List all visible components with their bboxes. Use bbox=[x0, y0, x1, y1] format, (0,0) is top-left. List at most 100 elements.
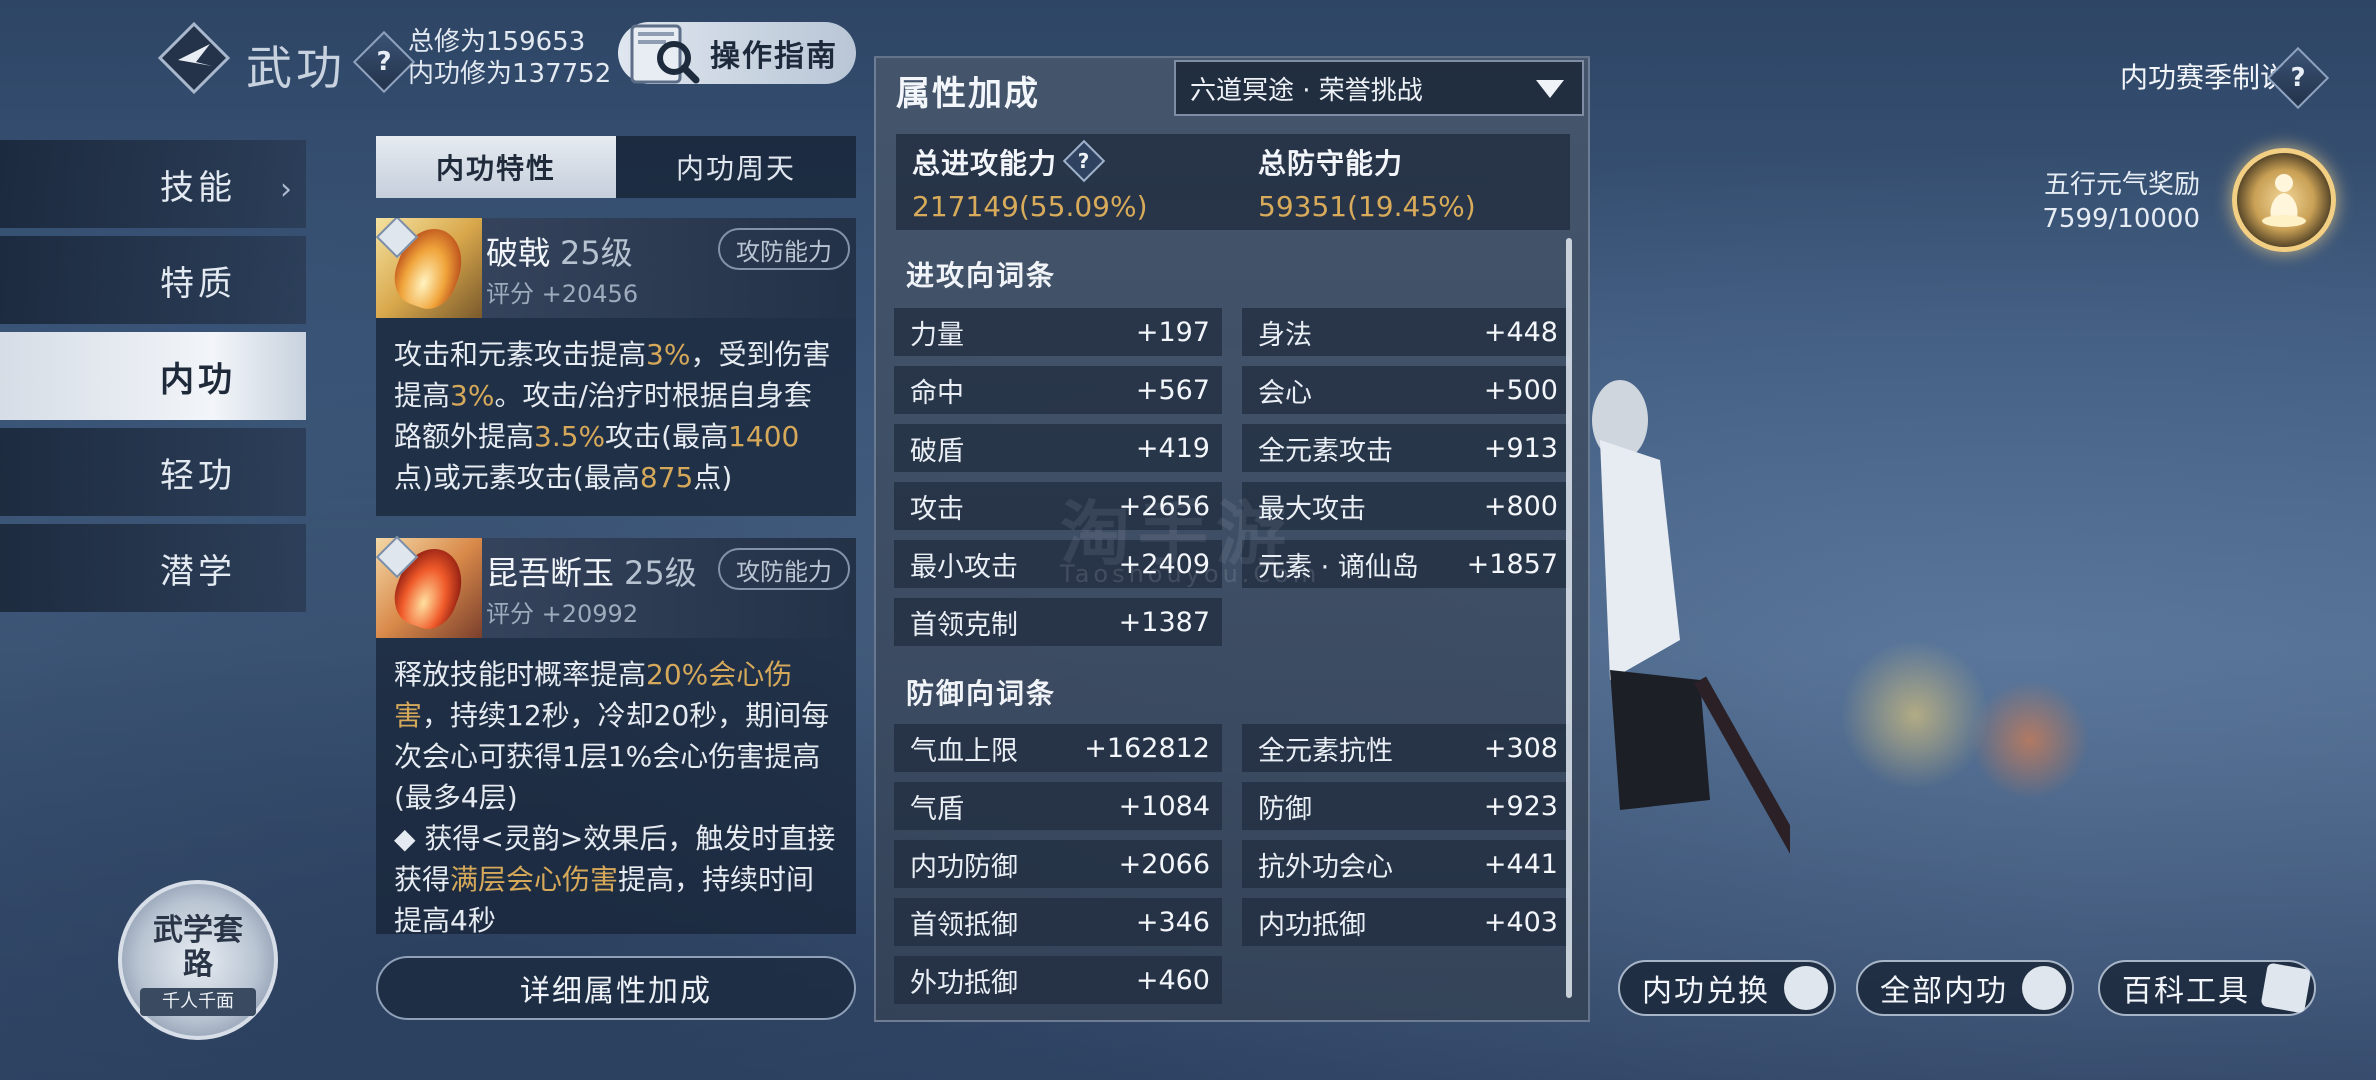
desc-highlight: 3.5% bbox=[534, 420, 606, 453]
martial-style-button[interactable]: 武学套路 千人千面 bbox=[118, 880, 278, 1040]
stat-value: +441 bbox=[1483, 848, 1558, 880]
meditation-figure-icon bbox=[2262, 174, 2306, 227]
stat-row: 气血上限 +162812 bbox=[894, 724, 1222, 772]
stat-value: +403 bbox=[1483, 906, 1558, 938]
total-attack-value: 217149(55.09%) bbox=[912, 190, 1148, 223]
stat-name: 首领克制 bbox=[910, 609, 1018, 641]
magnifier-book-icon bbox=[630, 24, 700, 84]
stat-value: +800 bbox=[1483, 490, 1558, 522]
stat-name: 气血上限 bbox=[910, 735, 1018, 767]
detail-attributes-button[interactable]: 详细属性加成 bbox=[376, 956, 856, 1020]
dropdown-triangle-icon bbox=[1536, 80, 1564, 98]
stat-name: 会心 bbox=[1258, 377, 1312, 409]
nav-item-qinggong[interactable]: 轻功 bbox=[0, 428, 306, 516]
nav-item-label: 特质 bbox=[160, 263, 236, 304]
scrollbar[interactable] bbox=[1566, 238, 1572, 998]
tab-neigong-cycle[interactable]: 内功周天 bbox=[616, 136, 856, 198]
desc-text: 攻击(最高 bbox=[605, 420, 729, 453]
nav-item-label: 内功 bbox=[160, 359, 236, 400]
total-cultivation: 总修为159653 bbox=[408, 27, 586, 57]
stat-row: 力量 +197 bbox=[894, 308, 1222, 356]
attack-section-title: 进攻向词条 bbox=[906, 259, 1057, 292]
exchange-icon bbox=[1784, 966, 1828, 1010]
cycle-icon bbox=[2022, 966, 2066, 1010]
nav-item-skills[interactable]: 技能 bbox=[0, 140, 306, 228]
question-diamond-icon[interactable]: ? bbox=[352, 30, 416, 94]
tab-label: 内功周天 bbox=[675, 152, 796, 185]
attr-panel-title: 属性加成 bbox=[896, 74, 1040, 114]
encyclopedia-tools-button[interactable]: 百科工具 bbox=[2098, 960, 2316, 1016]
skill-name-text: 昆吾断玉 bbox=[486, 554, 615, 592]
reward-progress: 7599/10000 bbox=[2042, 204, 2200, 234]
stat-value: +923 bbox=[1483, 790, 1558, 822]
skill-list[interactable]: 破戟 25级 评分 +20456 攻防能力 攻击和元素攻击提高3%，受到伤害提高3… bbox=[376, 218, 856, 934]
nav-item-label: 轻功 bbox=[160, 455, 236, 496]
wugong-logo-icon bbox=[158, 22, 230, 94]
desc-text: ，持续12秒，冷却20秒，期间每次会心可获得1层1%会心伤害提高(最多4层) bbox=[394, 699, 830, 814]
skill-description: 攻击和元素攻击提高3%，受到伤害提高3%。攻击/治疗时根据自身套路额外提高3.5… bbox=[376, 318, 856, 516]
stat-row: 内功防御 +2066 bbox=[894, 840, 1222, 888]
stat-name: 抗外功会心 bbox=[1258, 851, 1393, 883]
stat-value: +2066 bbox=[1118, 848, 1210, 880]
nav-item-label: 技能 bbox=[160, 167, 236, 208]
style-badge-title: 武学套路 bbox=[153, 913, 243, 982]
golden-weapon-glow bbox=[1840, 640, 1990, 790]
question-diamond-icon[interactable]: ? bbox=[1062, 139, 1106, 183]
stat-value: +567 bbox=[1135, 374, 1210, 406]
stat-value: +913 bbox=[1483, 432, 1558, 464]
tab-neigong-traits[interactable]: 内功特性 bbox=[376, 136, 616, 198]
style-badge-subtitle: 千人千面 bbox=[140, 988, 256, 1016]
cultivation-info: 总修为159653 内功修为137752 bbox=[408, 26, 611, 90]
stat-row: 首领抵御 +346 bbox=[894, 898, 1222, 946]
stat-row: 身法 +448 bbox=[1242, 308, 1570, 356]
watermark-sub: Taoshouyou.Com bbox=[1060, 560, 1321, 588]
stat-value: +448 bbox=[1483, 316, 1558, 348]
reward-info: 五行元气奖励 7599/10000 bbox=[2042, 168, 2200, 236]
stat-value: +1857 bbox=[1466, 548, 1558, 580]
nav-item-qianxue[interactable]: 潜学 bbox=[0, 524, 306, 612]
neigong-exchange-button[interactable]: 内功兑换 bbox=[1618, 960, 1836, 1016]
all-neigong-button[interactable]: 全部内功 bbox=[1856, 960, 2074, 1016]
stat-name: 内功抵御 bbox=[1258, 909, 1366, 941]
stat-name: 攻击 bbox=[910, 493, 964, 525]
defense-stats-grid: 气血上限 +162812 全元素抗性 +308 气盾 +1084 防御 +923 内功防御 +20… bbox=[894, 724, 1574, 1004]
desc-highlight: 1400 bbox=[728, 420, 800, 453]
inner-cultivation: 内功修为137752 bbox=[408, 59, 612, 89]
red-flame-glow bbox=[1970, 680, 2090, 800]
nav-item-label: 潜学 bbox=[160, 551, 236, 592]
mode-dropdown[interactable]: 六道冥途 · 荣誉挑战 bbox=[1174, 60, 1584, 116]
stat-value: +197 bbox=[1135, 316, 1210, 348]
stat-row: 会心 +500 bbox=[1242, 366, 1570, 414]
total-defense-label: 总防守能力 bbox=[1258, 147, 1404, 180]
stat-value: +346 bbox=[1135, 906, 1210, 938]
stat-name: 命中 bbox=[910, 377, 964, 409]
stat-row: 气盾 +1084 bbox=[894, 782, 1222, 830]
total-attack-label: 总进攻能力 bbox=[912, 147, 1058, 180]
totals-box: 总进攻能力? 217149(55.09%) 总防守能力 59351(19.45%… bbox=[896, 134, 1570, 230]
detail-button-label: 详细属性加成 bbox=[520, 974, 712, 1009]
stat-row: 命中 +567 bbox=[894, 366, 1222, 414]
stat-row: 全元素攻击 +913 bbox=[1242, 424, 1570, 472]
stat-name: 内功防御 bbox=[910, 851, 1018, 883]
stat-row: 全元素抗性 +308 bbox=[1242, 724, 1570, 772]
meditation-reward-icon[interactable] bbox=[2232, 148, 2336, 252]
nav-item-neigong[interactable]: 内功 bbox=[0, 332, 306, 420]
button-label: 内功兑换 bbox=[1642, 974, 1770, 1009]
stat-row: 破盾 +419 bbox=[894, 424, 1222, 472]
page-title: 武功 bbox=[246, 41, 346, 95]
skill-card[interactable]: 昆吾断玉 25级 评分 +20992 攻防能力 释放技能时概率提高20%会心伤害，… bbox=[376, 535, 856, 934]
desc-highlight: 3% bbox=[646, 338, 691, 371]
nav-item-traits[interactable]: 特质 bbox=[0, 236, 306, 324]
stat-name: 防御 bbox=[1258, 793, 1312, 825]
button-label: 全部内功 bbox=[1880, 974, 2008, 1009]
stat-name: 身法 bbox=[1258, 319, 1312, 351]
skill-card[interactable]: 破戟 25级 评分 +20456 攻防能力 攻击和元素攻击提高3%，受到伤害提高3… bbox=[376, 218, 856, 516]
character-figure bbox=[1592, 380, 1790, 854]
stat-name: 全元素攻击 bbox=[1258, 435, 1393, 467]
total-defense: 总防守能力 59351(19.45%) bbox=[1258, 142, 1476, 223]
reward-label: 五行元气奖励 bbox=[2043, 170, 2200, 200]
guide-button[interactable]: 操作指南 bbox=[618, 22, 856, 84]
total-defense-value: 59351(19.45%) bbox=[1258, 190, 1476, 223]
stat-value: +460 bbox=[1135, 964, 1210, 996]
chevron-right-icon: › bbox=[280, 172, 292, 207]
